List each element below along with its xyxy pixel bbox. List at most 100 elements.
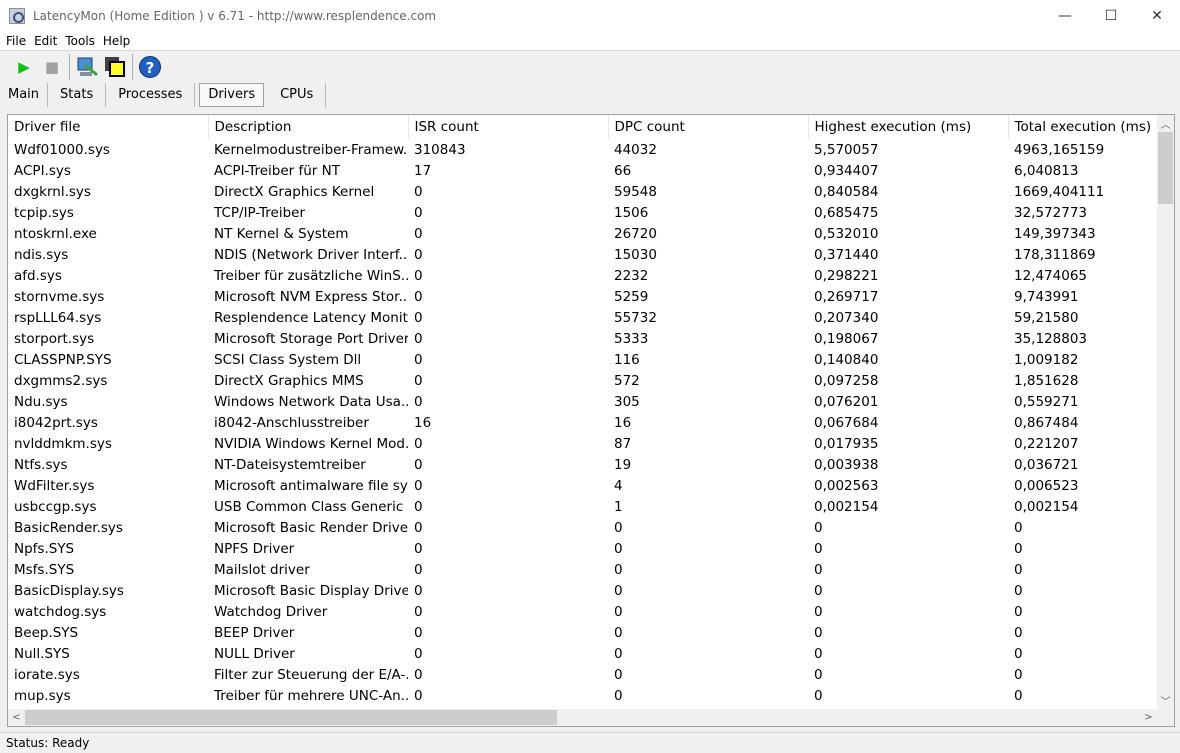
menu-bar: File Edit Tools Help [0,31,1180,51]
table-cell: 6,040813 [1014,162,1079,179]
column-header[interactable]: Description [208,115,409,139]
column-header[interactable]: ISR count [408,115,609,139]
table-cell: Microsoft NVM Express Stor... [214,288,408,305]
table-row[interactable]: afd.sys Treiber für zusätzliche WinS... 0 2… [8,265,1174,286]
table-row[interactable]: CLASSPNP.SYS SCSI Class System Dll 0 116 0,1… [8,349,1174,370]
minimize-button[interactable]: — [1042,0,1088,31]
table-cell: Treiber für mehrere UNC-An... [214,687,408,704]
table-row[interactable]: watchdog.sys Watchdog Driver 0 0 0 0 [8,601,1174,622]
table-row[interactable]: BasicDisplay.sys Microsoft Basic Display … [8,580,1174,601]
table-row[interactable]: Npfs.SYS NPFS Driver 0 0 0 0 [8,538,1174,559]
table-row[interactable]: iorate.sys Filter zur Steuerung der E/A-.… [8,664,1174,685]
table-cell: tcpip.sys [14,204,74,221]
tab-drivers[interactable]: Drivers [199,82,265,107]
table-cell: Windows Network Data Usa... [214,393,408,410]
column-header[interactable]: DPC count [608,115,809,139]
scroll-left-arrow-icon[interactable]: < [8,709,25,726]
table-cell: CLASSPNP.SYS [14,351,112,368]
tab-main[interactable]: Main [0,82,49,107]
table-cell: Resplendence Latency Monit... [214,309,408,326]
table-row[interactable]: Ndu.sys Windows Network Data Usa... 0 305 0,… [8,391,1174,412]
table-row[interactable]: tcpip.sys TCP/IP-Treiber 0 1506 0,685475 32,5… [8,202,1174,223]
table-row[interactable]: dxgmms2.sys DirectX Graphics MMS 0 572 0,097… [8,370,1174,391]
table-row[interactable]: WdFilter.sys Microsoft antimalware file s… [8,475,1174,496]
table-cell: 59,21580 [1014,309,1079,326]
table-row[interactable]: mup.sys Treiber für mehrere UNC-An... 0 0 0 0 [8,685,1174,706]
tab-cpus[interactable]: CPUs [268,82,327,107]
report-button[interactable] [73,54,101,80]
menu-edit[interactable]: Edit [34,34,57,48]
table-cell: usbccgp.sys [14,498,97,515]
column-header[interactable]: Total execution (ms) [1008,115,1174,139]
table-cell: 0 [814,666,823,683]
table-cell: 4963,165159 [1014,141,1105,158]
table-cell: 0 [814,561,823,578]
close-button[interactable]: ✕ [1134,0,1180,31]
table-cell: DirectX Graphics Kernel [214,183,375,200]
table-cell: 0 [414,183,423,200]
vertical-scrollbar[interactable]: ︿ ﹀ [1157,115,1174,709]
vertical-scroll-thumb[interactable] [1158,132,1173,204]
table-row[interactable]: Msfs.SYS Mailslot driver 0 0 0 0 [8,559,1174,580]
table-cell: 35,128803 [1014,330,1088,347]
table-row[interactable]: ndis.sys NDIS (Network Driver Interf... 0 1… [8,244,1174,265]
table-row[interactable]: BasicRender.sys Microsoft Basic Render Dr… [8,517,1174,538]
table-row[interactable]: rspLLL64.sys Resplendence Latency Monit..… [8,307,1174,328]
table-row[interactable]: Beep.SYS BEEP Driver 0 0 0 0 [8,622,1174,643]
table-cell: 0,002563 [814,477,879,494]
table-cell: stornvme.sys [14,288,105,305]
drivers-list[interactable]: Driver file Description ISR count DPC count… [7,114,1175,727]
drivers-table: Driver file Description ISR count DPC count… [8,115,1174,706]
table-cell: NULL Driver [214,645,295,662]
table-row[interactable]: storport.sys Microsoft Storage Port Drive… [8,328,1174,349]
horizontal-scrollbar[interactable]: < > [8,709,1157,726]
table-cell: i8042-Anschlusstreiber [214,414,369,431]
table-row[interactable]: usbccgp.sys USB Common Class Generic ... 0… [8,496,1174,517]
scroll-up-arrow-icon[interactable]: ︿ [1157,115,1174,132]
scroll-down-arrow-icon[interactable]: ﹀ [1157,692,1174,709]
table-row[interactable]: stornvme.sys Microsoft NVM Express Stor..… [8,286,1174,307]
menu-help[interactable]: Help [103,34,130,48]
menu-tools[interactable]: Tools [65,34,95,48]
table-cell: 0 [414,309,423,326]
table-row[interactable]: i8042prt.sys i8042-Anschlusstreiber 16 16 0,… [8,412,1174,433]
table-row[interactable]: nvlddmkm.sys NVIDIA Windows Kernel Mod...… [8,433,1174,454]
table-row[interactable]: ntoskrnl.exe NT Kernel & System 0 26720 0,53… [8,223,1174,244]
table-cell: 0 [414,561,423,578]
table-row[interactable]: ACPI.sys ACPI-Treiber für NT 17 66 0,934407 6… [8,160,1174,181]
table-cell: Microsoft Basic Render Driver [214,519,408,536]
help-button[interactable]: ? [136,54,164,80]
table-cell: Ntfs.sys [14,456,68,473]
table-cell: BEEP Driver [214,624,295,641]
table-cell: TCP/IP-Treiber [214,204,306,221]
table-cell: 0 [1014,582,1023,599]
tab-processes[interactable]: Processes [106,82,196,107]
window-button[interactable] [101,54,129,80]
table-cell: 0 [414,624,423,641]
table-cell: 0,003938 [814,456,879,473]
table-cell: 310843 [414,141,466,158]
table-cell: 0 [414,246,423,263]
table-row[interactable]: dxgkrnl.sys DirectX Graphics Kernel 0 59548… [8,181,1174,202]
scroll-right-arrow-icon[interactable]: > [1140,709,1157,726]
table-cell: 0 [1014,687,1023,704]
table-cell: 0 [614,666,623,683]
column-header[interactable]: Highest execution (ms) [808,115,1009,139]
horizontal-scroll-thumb[interactable] [25,710,557,725]
table-cell: 0 [414,330,423,347]
table-cell: NPFS Driver [214,540,295,557]
tab-stats[interactable]: Stats [48,82,107,107]
table-cell: Watchdog Driver [214,603,328,620]
table-cell: 0 [414,540,423,557]
table-cell: 1506 [614,204,649,221]
maximize-button[interactable]: ☐ [1088,0,1134,31]
table-cell: 0 [414,204,423,221]
table-row[interactable]: Null.SYS NULL Driver 0 0 0 0 [8,643,1174,664]
stop-button[interactable]: ■ [38,54,66,80]
start-button[interactable]: ▶ [10,54,38,80]
table-row[interactable]: Ntfs.sys NT-Dateisystemtreiber 0 19 0,003938… [8,454,1174,475]
column-header[interactable]: Driver file [8,115,209,139]
table-cell: 0 [414,666,423,683]
menu-file[interactable]: File [6,34,26,48]
table-row[interactable]: Wdf01000.sys Kernelmodustreiber-Framew...… [8,139,1174,160]
